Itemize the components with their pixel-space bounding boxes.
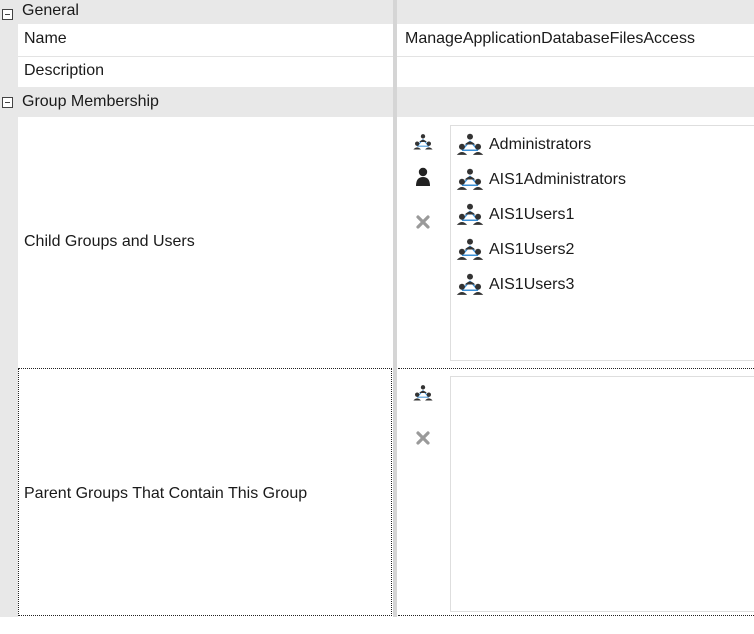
add-group-icon: [413, 133, 433, 150]
collapse-toggle-icon[interactable]: [2, 9, 13, 20]
add-user-button[interactable]: [412, 167, 434, 187]
user-icon: [416, 167, 430, 186]
child-members-list[interactable]: Administrators AIS1Administrators AIS1Us…: [450, 125, 754, 361]
group-icon: [456, 203, 484, 227]
list-item[interactable]: AIS1Users2: [451, 232, 754, 267]
list-item[interactable]: AIS1Users1: [451, 197, 754, 232]
remove-x-icon: [416, 431, 430, 445]
category-general[interactable]: General: [0, 0, 754, 24]
column-splitter[interactable]: [393, 0, 397, 634]
add-group-icon: [413, 384, 433, 401]
member-name: AIS1Administrators: [489, 170, 626, 188]
category-label: Group Membership: [22, 93, 159, 110]
list-item[interactable]: Administrators: [451, 127, 754, 162]
member-name: AIS1Users2: [489, 240, 575, 258]
group-icon: [456, 238, 484, 262]
remove-child-button[interactable]: [412, 212, 434, 232]
add-parent-group-button[interactable]: [412, 383, 434, 403]
collapse-toggle-icon[interactable]: [2, 97, 13, 108]
group-icon: [456, 133, 484, 157]
member-name: AIS1Users3: [489, 275, 575, 293]
description-label: Description: [24, 62, 105, 79]
property-row-description[interactable]: Description: [0, 57, 754, 87]
name-value[interactable]: ManageApplicationDatabaseFilesAccess: [405, 30, 695, 48]
name-label: Name: [24, 30, 67, 47]
parent-members-list[interactable]: [450, 376, 754, 612]
child-groups-label: Child Groups and Users: [24, 233, 195, 250]
list-item[interactable]: AIS1Users3: [451, 267, 754, 302]
remove-x-icon: [416, 215, 430, 229]
remove-parent-button[interactable]: [412, 428, 434, 448]
member-name: AIS1Users1: [489, 205, 575, 223]
parent-groups-label: Parent Groups That Contain This Group: [24, 485, 308, 502]
parent-groups-row-focus[interactable]: Parent Groups That Contain This Group: [18, 368, 392, 616]
add-group-button[interactable]: [412, 132, 434, 152]
group-icon: [456, 273, 484, 297]
category-group-membership[interactable]: Group Membership: [0, 87, 754, 117]
property-row-name[interactable]: Name ManageApplicationDatabaseFilesAcces…: [0, 24, 754, 56]
category-label: General: [22, 2, 79, 19]
list-item[interactable]: AIS1Administrators: [451, 162, 754, 197]
member-name: Administrators: [489, 135, 592, 153]
bottom-margin: [0, 617, 754, 634]
group-icon: [456, 168, 484, 192]
